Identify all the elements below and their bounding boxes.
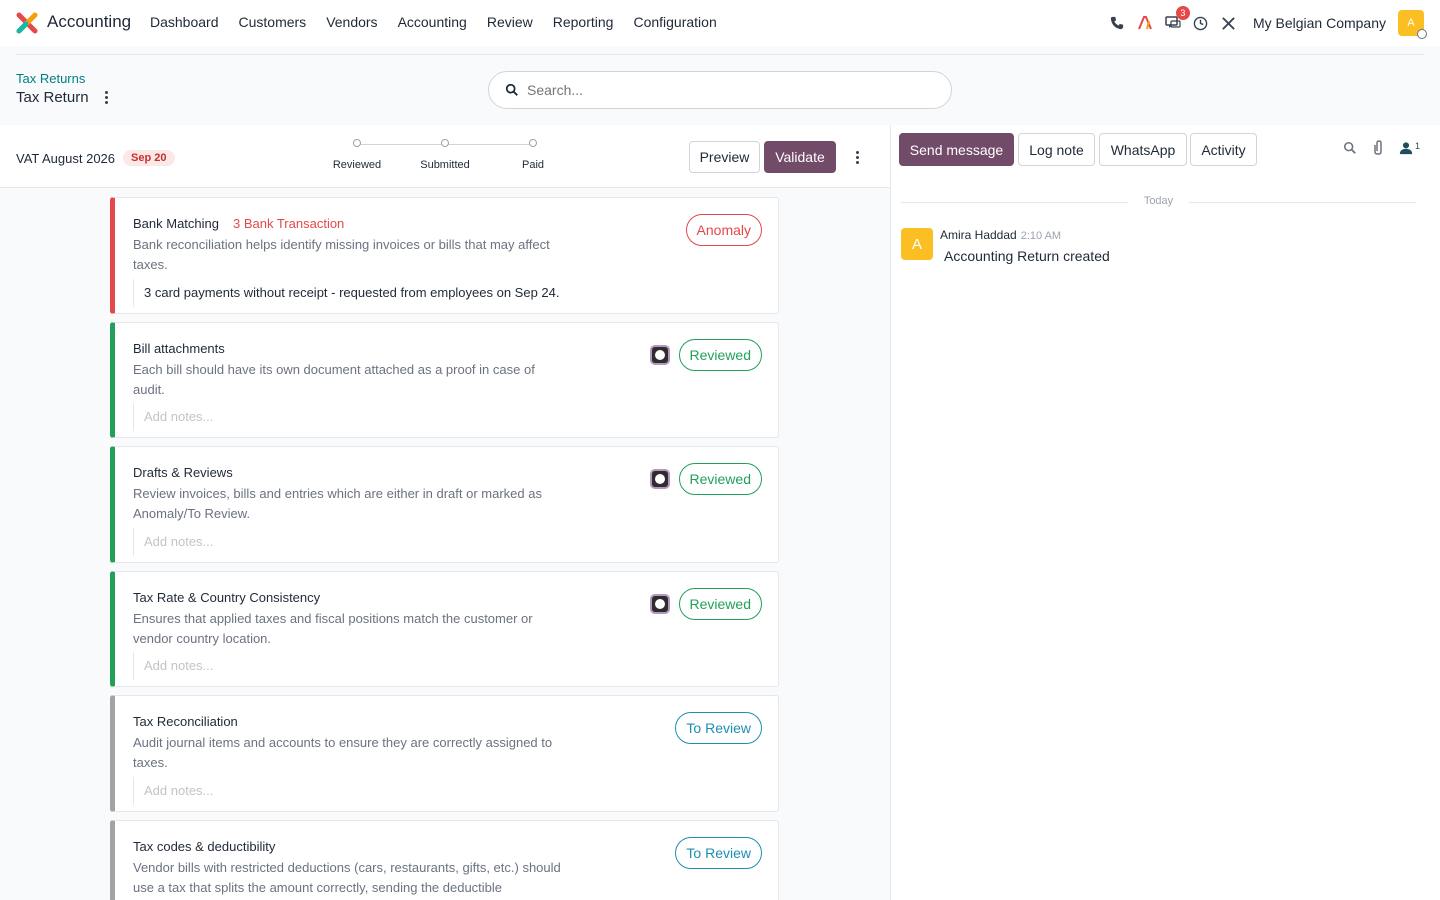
card-notes-field[interactable]: Add notes... [133, 777, 553, 805]
ai-assistant-icon[interactable] [1136, 14, 1154, 32]
phone-icon[interactable] [1108, 14, 1126, 32]
app-name[interactable]: Accounting [47, 12, 131, 32]
step-submitted[interactable]: Submitted [405, 139, 485, 171]
card-notes-field[interactable]: Add notes... [133, 652, 553, 680]
checklist-card-tax-rate-consistency: Tax Rate & Country Consistency Ensures t… [110, 571, 779, 687]
status-steps: Reviewed Submitted Paid [320, 137, 570, 177]
reviewer-avatar [650, 345, 670, 365]
menu-dashboard[interactable]: Dashboard [150, 14, 219, 30]
message-header: Amira Haddad 2:10 AM [940, 228, 1061, 242]
preview-button[interactable]: Preview [689, 141, 760, 173]
systray: 3 My Belgian Company A [1103, 6, 1427, 39]
status-badge-to-review[interactable]: To Review [675, 837, 762, 869]
reviewer-avatar [650, 469, 670, 489]
chatter-panel: Send message Log note WhatsApp Activity … [890, 125, 1440, 900]
date-separator: Today [901, 195, 1416, 207]
menu-accounting[interactable]: Accounting [398, 14, 467, 30]
step-label: Submitted [420, 159, 470, 171]
avatar-letter: A [1407, 17, 1415, 29]
navbar-divider [16, 54, 1424, 55]
checklist-card-tax-reconciliation: Tax Reconciliation Audit journal items a… [110, 695, 779, 812]
status-badge-anomaly[interactable]: Anomaly [685, 214, 762, 246]
record-name: VAT August 2026 [16, 150, 116, 166]
actions-menu-icon[interactable] [101, 89, 112, 106]
main-menu: Dashboard Customers Vendors Accounting R… [150, 14, 737, 30]
card-description: Each bill should have its own document a… [133, 362, 535, 397]
breadcrumb-current: Tax Return [16, 89, 112, 106]
menu-vendors[interactable]: Vendors [326, 14, 377, 30]
search-bar[interactable] [488, 71, 952, 109]
clock-icon[interactable] [1192, 14, 1210, 32]
status-badge-reviewed[interactable]: Reviewed [678, 588, 762, 620]
card-description: Review invoices, bills and entries which… [133, 486, 542, 521]
message-author[interactable]: Amira Haddad [940, 228, 1017, 242]
search-icon[interactable] [1343, 141, 1357, 155]
checklist-card-bill-attachments: Bill attachments Each bill should have i… [110, 322, 779, 438]
page-title: Tax Return [16, 89, 89, 106]
user-avatar[interactable]: A [1398, 10, 1427, 39]
card-title: Tax codes & deductibility [133, 839, 276, 854]
log-note-button[interactable]: Log note [1018, 133, 1095, 166]
menu-customers[interactable]: Customers [239, 14, 307, 30]
status-badge-reviewed[interactable]: Reviewed [678, 463, 762, 495]
card-title: Tax Reconciliation [133, 714, 238, 729]
message-body: Accounting Return created [944, 248, 1110, 264]
whatsapp-button[interactable]: WhatsApp [1099, 133, 1187, 166]
breadcrumb: Tax Returns Tax Return [16, 71, 112, 106]
send-message-button[interactable]: Send message [899, 133, 1014, 166]
card-title: Bill attachments [133, 341, 225, 356]
message-author-avatar[interactable]: A [901, 228, 933, 260]
checklist-card-tax-codes-deductibility: Tax codes & deductibility Vendor bills w… [110, 820, 779, 900]
status-dot [1417, 29, 1427, 39]
followers-button[interactable]: 1 [1399, 141, 1420, 155]
company-switcher[interactable]: My Belgian Company [1253, 15, 1386, 31]
card-description: Audit journal items and accounts to ensu… [133, 735, 553, 770]
card-title: Bank Matching 3 Bank Transaction [133, 216, 344, 231]
menu-configuration[interactable]: Configuration [633, 14, 716, 30]
breadcrumb-tax-returns[interactable]: Tax Returns [16, 71, 112, 86]
person-icon [1399, 142, 1413, 155]
menu-review[interactable]: Review [487, 14, 533, 30]
accounting-app-icon[interactable] [16, 12, 38, 34]
card-description: Vendor bills with restricted deductions … [133, 860, 561, 895]
form-panel: VAT August 2026 Sep 20 Reviewed Submitte… [0, 125, 890, 900]
deadline-badge: Sep 20 [123, 150, 175, 166]
form-statusbar: VAT August 2026 Sep 20 Reviewed Submitte… [0, 125, 890, 188]
status-badge-to-review[interactable]: To Review [675, 712, 762, 744]
messages-badge: 3 [1175, 6, 1190, 20]
validate-button[interactable]: Validate [764, 141, 836, 173]
form-more-icon[interactable] [852, 149, 863, 166]
activity-button[interactable]: Activity [1190, 133, 1257, 166]
menu-reporting[interactable]: Reporting [553, 14, 614, 30]
bank-transaction-link[interactable]: 3 Bank Transaction [233, 216, 344, 231]
card-description: Bank reconciliation helps identify missi… [133, 237, 550, 272]
followers-count: 1 [1414, 141, 1420, 151]
message-time: 2:10 AM [1020, 230, 1062, 242]
card-title-text: Bank Matching [133, 216, 219, 231]
card-notes-field[interactable]: Add notes... [133, 528, 553, 556]
paperclip-icon[interactable] [1371, 140, 1385, 156]
card-notes-field[interactable]: 3 card payments without receipt - reques… [133, 279, 633, 307]
step-label: Reviewed [332, 159, 382, 171]
checklist-card-drafts-reviews: Drafts & Reviews Review invoices, bills … [110, 446, 779, 563]
record-title: VAT August 2026 Sep 20 [16, 150, 175, 166]
messages-icon[interactable]: 3 [1164, 6, 1190, 32]
step-paid[interactable]: Paid [493, 139, 573, 171]
step-label: Paid [521, 159, 545, 171]
card-title: Tax Rate & Country Consistency [133, 590, 321, 605]
reviewer-avatar [650, 594, 670, 614]
step-reviewed[interactable]: Reviewed [317, 139, 397, 171]
tools-icon[interactable] [1220, 14, 1238, 32]
card-description: Ensures that applied taxes and fiscal po… [133, 611, 533, 646]
search-icon [505, 83, 518, 96]
top-navbar: Accounting Dashboard Customers Vendors A… [0, 0, 1440, 46]
status-badge-reviewed[interactable]: Reviewed [678, 339, 762, 371]
chatter-toolbar: 1 [1343, 140, 1420, 156]
search-input[interactable] [527, 82, 927, 98]
card-notes-field[interactable]: Add notes... [133, 403, 553, 431]
checklist-card-bank-matching: Bank Matching 3 Bank Transaction Bank rec… [110, 197, 779, 314]
card-title: Drafts & Reviews [133, 465, 233, 480]
